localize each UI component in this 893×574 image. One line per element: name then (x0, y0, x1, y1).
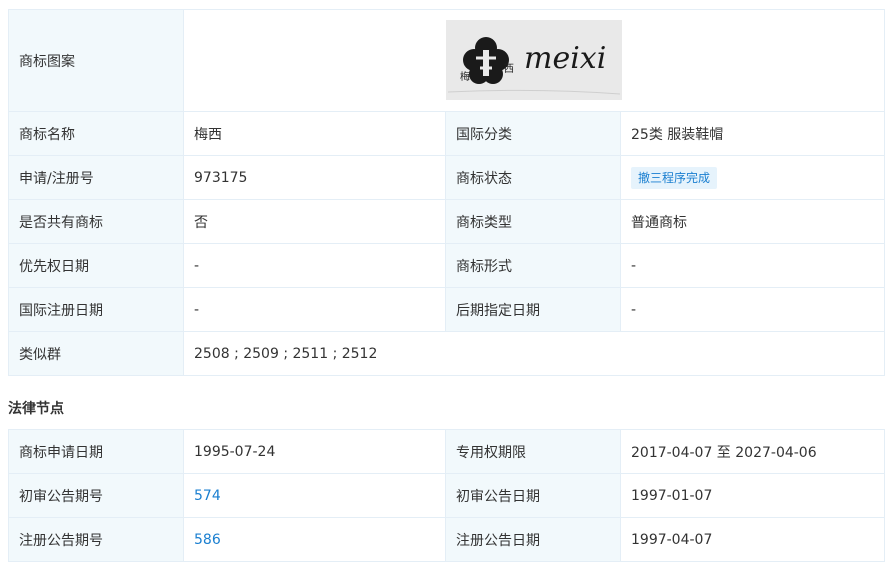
trademark-logo-image[interactable]: 梅 西 meixi (446, 20, 622, 100)
logo-mark-left: 梅 (460, 70, 470, 83)
logo-cell: 梅 西 meixi (182, 9, 886, 112)
row-prelim: 初审公告期号 574 初审公告日期 1997-01-07 (8, 473, 885, 518)
prelim-no-label: 初审公告期号 (8, 473, 184, 518)
reg-announce-no-link[interactable]: 586 (194, 532, 221, 548)
legal-section-title: 法律节点 (8, 401, 64, 417)
priority-value: - (183, 243, 446, 288)
similar-group-value: 2508 ; 2509 ; 2511 ; 2512 (182, 331, 886, 376)
trademark-info-table: 商标图案 梅 西 meixi 商标名称 梅西 国际分类 25类 服装鞋帽 申请/… (8, 9, 886, 376)
intl-reg-label: 国际注册日期 (8, 287, 184, 332)
reg-announce-no-cell: 586 (183, 517, 446, 562)
reg-no-value: 973175 (183, 155, 446, 200)
row-similar: 类似群 2508 ; 2509 ; 2511 ; 2512 (8, 331, 886, 376)
logo-mark-right: 西 (504, 64, 514, 75)
row-name: 商标名称 梅西 国际分类 25类 服装鞋帽 (8, 111, 886, 156)
row-shared: 是否共有商标 否 商标类型 普通商标 (8, 199, 886, 244)
apply-date-label: 商标申请日期 (8, 429, 184, 474)
class-value: 25类 服装鞋帽 (619, 111, 886, 156)
type-label: 商标类型 (445, 199, 621, 244)
prelim-date-label: 初审公告日期 (445, 473, 621, 518)
row-apply-date: 商标申请日期 1995-07-24 专用权期限 2017-04-07 至 202… (8, 429, 885, 474)
type-value: 普通商标 (619, 199, 886, 244)
priority-label: 优先权日期 (8, 243, 184, 288)
reg-announce-date-value: 1997-04-07 (620, 517, 885, 562)
row-logo: 商标图案 梅 西 meixi (8, 9, 886, 112)
reg-announce-date-label: 注册公告日期 (445, 517, 621, 562)
form-value: - (619, 243, 886, 288)
later-designation-value: - (619, 287, 886, 332)
reg-no-label: 申请/注册号 (8, 155, 184, 200)
row-priority: 优先权日期 - 商标形式 - (8, 243, 886, 288)
row-reg-no: 申请/注册号 973175 商标状态 撤三程序完成 (8, 155, 886, 200)
name-label: 商标名称 (8, 111, 184, 156)
logo-script-text: meixi (524, 41, 606, 76)
trademark-logo-graphic: 梅 西 meixi (446, 20, 622, 100)
apply-date-value: 1995-07-24 (183, 429, 446, 474)
status-label: 商标状态 (445, 155, 621, 200)
status-badge: 撤三程序完成 (631, 166, 718, 189)
class-label: 国际分类 (445, 111, 621, 156)
reg-announce-no-label: 注册公告期号 (8, 517, 184, 562)
row-intl-reg: 国际注册日期 - 后期指定日期 - (8, 287, 886, 332)
shared-value: 否 (183, 199, 446, 244)
logo-label: 商标图案 (8, 9, 184, 112)
status-cell: 撤三程序完成 (619, 155, 886, 200)
exclusive-term-label: 专用权期限 (445, 429, 621, 474)
shared-label: 是否共有商标 (8, 199, 184, 244)
intl-reg-value: - (183, 287, 446, 332)
prelim-date-value: 1997-01-07 (620, 473, 885, 518)
legal-nodes-table: 商标申请日期 1995-07-24 专用权期限 2017-04-07 至 202… (8, 429, 885, 562)
similar-group-label: 类似群 (8, 331, 184, 376)
exclusive-term-value: 2017-04-07 至 2027-04-06 (620, 429, 885, 474)
form-label: 商标形式 (445, 243, 621, 288)
row-reg-announce: 注册公告期号 586 注册公告日期 1997-04-07 (8, 517, 885, 562)
prelim-no-link[interactable]: 574 (194, 488, 221, 504)
later-designation-label: 后期指定日期 (445, 287, 621, 332)
prelim-no-cell: 574 (183, 473, 446, 518)
name-value: 梅西 (183, 111, 446, 156)
